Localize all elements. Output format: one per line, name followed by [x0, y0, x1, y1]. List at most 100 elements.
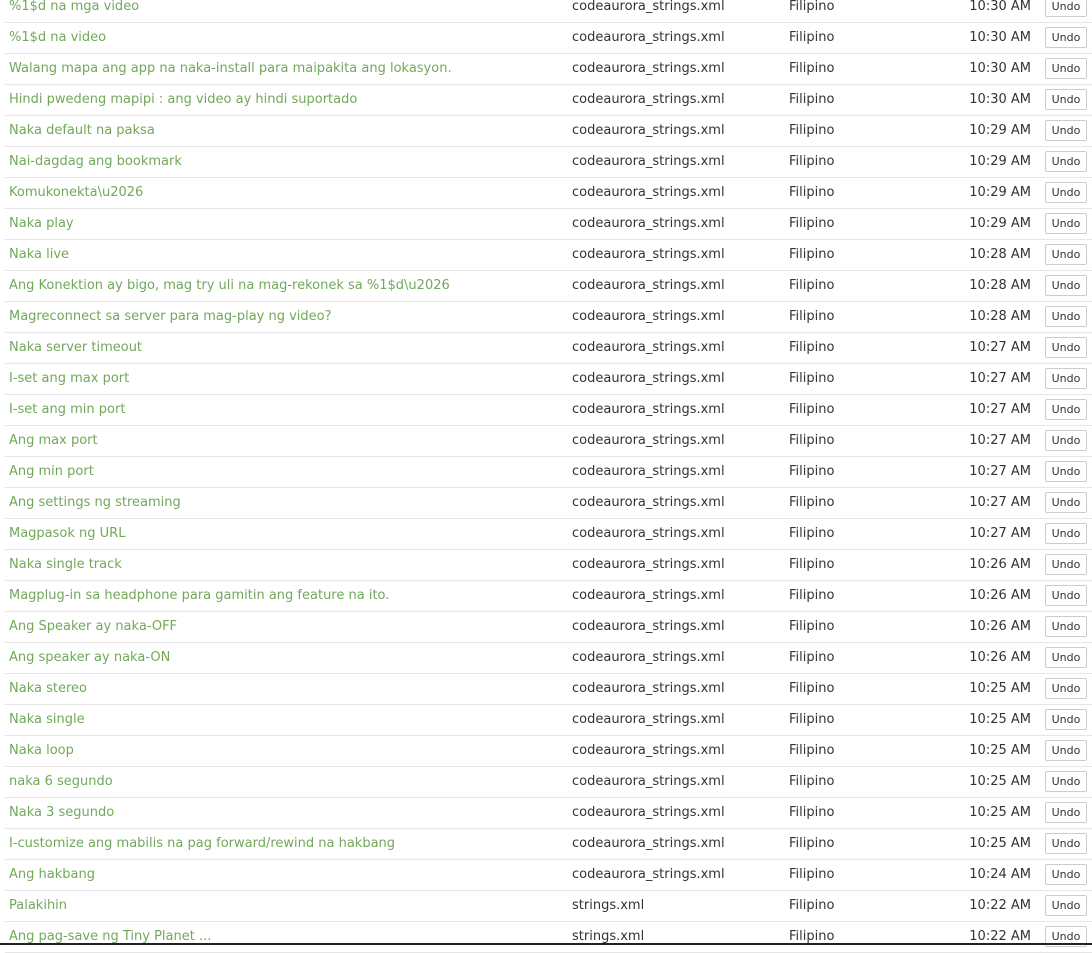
resource-file-name: codeaurora_strings.xml	[572, 278, 725, 293]
translation-text-link[interactable]: Ang Speaker ay naka-OFF	[9, 612, 564, 642]
undo-button[interactable]: Undo	[1045, 864, 1087, 885]
translation-text-link[interactable]: %1$d na mga video	[9, 0, 564, 22]
undo-button[interactable]: Undo	[1045, 337, 1087, 358]
language-name: Filipino	[789, 247, 835, 262]
language-name: Filipino	[789, 557, 835, 572]
undo-button[interactable]: Undo	[1045, 647, 1087, 668]
translation-text-link[interactable]: Komukonekta\u2026	[9, 178, 564, 208]
translation-text-link[interactable]: naka 6 segundo	[9, 767, 564, 797]
resource-file-name: strings.xml	[572, 929, 645, 944]
language-name: Filipino	[789, 278, 835, 293]
timestamp: 10:28 AM	[969, 278, 1031, 293]
undo-button[interactable]: Undo	[1045, 0, 1087, 17]
language-name: Filipino	[789, 619, 835, 634]
translation-text-link[interactable]: Naka single	[9, 705, 564, 735]
timestamp: 10:30 AM	[969, 0, 1031, 14]
resource-file-name: codeaurora_strings.xml	[572, 185, 725, 200]
resource-file-name: codeaurora_strings.xml	[572, 371, 725, 386]
translation-text-link[interactable]: Ang pag-save ng Tiny Planet ...	[9, 922, 564, 952]
undo-button[interactable]: Undo	[1045, 523, 1087, 544]
table-row: Naka server timeout codeaurora_strings.xm…	[5, 333, 1092, 364]
translation-text-link[interactable]: Naka stereo	[9, 674, 564, 704]
table-row: Naka stereo codeaurora_strings.xml Filipin…	[5, 674, 1092, 705]
undo-button[interactable]: Undo	[1045, 244, 1087, 265]
translation-text-link[interactable]: Naka default na paksa	[9, 116, 564, 146]
timestamp: 10:27 AM	[969, 433, 1031, 448]
translation-text-link[interactable]: Naka loop	[9, 736, 564, 766]
language-name: Filipino	[789, 402, 835, 417]
translation-text-link[interactable]: Naka live	[9, 240, 564, 270]
undo-button[interactable]: Undo	[1045, 678, 1087, 699]
resource-file-name: codeaurora_strings.xml	[572, 0, 725, 14]
language-name: Filipino	[789, 681, 835, 696]
translation-text-link[interactable]: Ang hakbang	[9, 860, 564, 890]
translation-text-link[interactable]: Ang max port	[9, 426, 564, 456]
language-name: Filipino	[789, 526, 835, 541]
table-row: Naka single codeaurora_strings.xml Filipin…	[5, 705, 1092, 736]
resource-file-name: codeaurora_strings.xml	[572, 805, 725, 820]
timestamp: 10:27 AM	[969, 371, 1031, 386]
undo-button[interactable]: Undo	[1045, 740, 1087, 761]
translation-text-link[interactable]: Ang speaker ay naka-ON	[9, 643, 564, 673]
translation-text-link[interactable]: Naka single track	[9, 550, 564, 580]
translation-text-link[interactable]: Hindi pwedeng mapipi : ang video ay hind…	[9, 85, 564, 115]
translation-text-link[interactable]: Magpasok ng URL	[9, 519, 564, 549]
undo-button[interactable]: Undo	[1045, 89, 1087, 110]
translation-text-link[interactable]: I-set ang min port	[9, 395, 564, 425]
translation-text-link[interactable]: Magreconnect sa server para mag-play ng …	[9, 302, 564, 332]
table-row: Komukonekta\u2026 codeaurora_strings.xml F…	[5, 178, 1092, 209]
table-row: %1$d na video codeaurora_strings.xml Filip…	[5, 23, 1092, 54]
translation-text-link[interactable]: I-customize ang mabilis na pag forward/r…	[9, 829, 564, 859]
undo-button[interactable]: Undo	[1045, 151, 1087, 172]
timestamp: 10:28 AM	[969, 309, 1031, 324]
language-name: Filipino	[789, 216, 835, 231]
table-row: Ang Speaker ay naka-OFF codeaurora_string…	[5, 612, 1092, 643]
resource-file-name: codeaurora_strings.xml	[572, 92, 725, 107]
undo-button[interactable]: Undo	[1045, 399, 1087, 420]
translation-text-link[interactable]: I-set ang max port	[9, 364, 564, 394]
translation-text-link[interactable]: Naka 3 segundo	[9, 798, 564, 828]
undo-button[interactable]: Undo	[1045, 120, 1087, 141]
translation-text-link[interactable]: Palakihin	[9, 891, 564, 921]
table-row: Naka live codeaurora_strings.xml Filipino 1…	[5, 240, 1092, 271]
timestamp: 10:25 AM	[969, 774, 1031, 789]
undo-button[interactable]: Undo	[1045, 368, 1087, 389]
translation-text-link[interactable]: Magplug-in sa headphone para gamitin ang…	[9, 581, 564, 611]
undo-button[interactable]: Undo	[1045, 833, 1087, 854]
translation-text-link[interactable]: Ang min port	[9, 457, 564, 487]
undo-button[interactable]: Undo	[1045, 709, 1087, 730]
undo-button[interactable]: Undo	[1045, 802, 1087, 823]
undo-button[interactable]: Undo	[1045, 616, 1087, 637]
undo-button[interactable]: Undo	[1045, 430, 1087, 451]
undo-button[interactable]: Undo	[1045, 213, 1087, 234]
timestamp: 10:29 AM	[969, 154, 1031, 169]
undo-button[interactable]: Undo	[1045, 585, 1087, 606]
undo-button[interactable]: Undo	[1045, 461, 1087, 482]
undo-button[interactable]: Undo	[1045, 182, 1087, 203]
table-row: Naka 3 segundo codeaurora_strings.xml Fili…	[5, 798, 1092, 829]
undo-button[interactable]: Undo	[1045, 58, 1087, 79]
translation-text-link[interactable]: %1$d na video	[9, 23, 564, 53]
translation-text-link[interactable]: Ang Konektion ay bigo, mag try uli na ma…	[9, 271, 564, 301]
table-row: Naka default na paksa codeaurora_strings.…	[5, 116, 1092, 147]
translation-text-link[interactable]: Nai-dagdag ang bookmark	[9, 147, 564, 177]
timestamp: 10:25 AM	[969, 712, 1031, 727]
translation-text-link[interactable]: Naka server timeout	[9, 333, 564, 363]
language-name: Filipino	[789, 712, 835, 727]
undo-button[interactable]: Undo	[1045, 771, 1087, 792]
table-row: I-set ang max port codeaurora_strings.xml…	[5, 364, 1092, 395]
translation-text-link[interactable]: Walang mapa ang app na naka-install para…	[9, 54, 564, 84]
undo-button[interactable]: Undo	[1045, 27, 1087, 48]
undo-button[interactable]: Undo	[1045, 306, 1087, 327]
resource-file-name: codeaurora_strings.xml	[572, 557, 725, 572]
undo-button[interactable]: Undo	[1045, 492, 1087, 513]
undo-button[interactable]: Undo	[1045, 275, 1087, 296]
timestamp: 10:26 AM	[969, 619, 1031, 634]
translation-text-link[interactable]: Ang settings ng streaming	[9, 488, 564, 518]
undo-button[interactable]: Undo	[1045, 895, 1087, 916]
undo-button[interactable]: Undo	[1045, 554, 1087, 575]
table-row: Ang min port codeaurora_strings.xml Filipi…	[5, 457, 1092, 488]
timestamp: 10:24 AM	[969, 867, 1031, 882]
translation-text-link[interactable]: Naka play	[9, 209, 564, 239]
timestamp: 10:26 AM	[969, 557, 1031, 572]
